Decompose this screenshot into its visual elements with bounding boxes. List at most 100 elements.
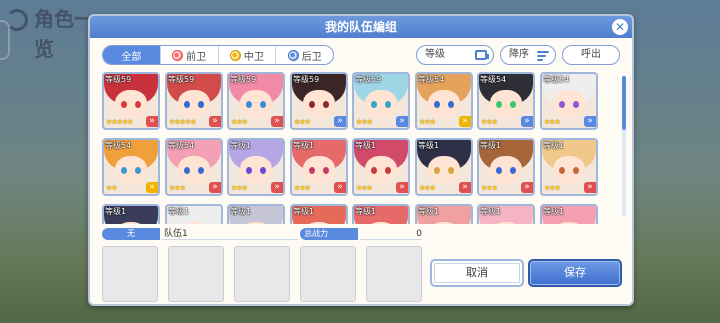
role-chevron-icon: » — [334, 182, 346, 193]
roster-scrollbar-thumb[interactable] — [622, 76, 626, 130]
character-portrait-face — [553, 90, 585, 118]
character-card[interactable]: 等级1 ★★★ » — [477, 138, 535, 196]
character-portrait-face — [490, 90, 522, 118]
character-level: 等级1 — [293, 141, 315, 150]
divider — [360, 239, 422, 240]
character-card[interactable]: 等级1» — [227, 204, 285, 224]
character-portrait-face — [553, 156, 585, 184]
character-card[interactable]: 等级1 ★★★ » — [290, 138, 348, 196]
character-card[interactable]: 等级54 ★★★ » — [415, 72, 473, 130]
party-badge: 无 — [102, 228, 160, 240]
character-card[interactable]: 等级59 ★★★ » — [227, 72, 285, 130]
character-card[interactable]: 等级1 ★★★ » — [415, 138, 473, 196]
character-portrait-face — [303, 156, 335, 184]
character-portrait-face — [178, 90, 210, 118]
character-eye — [260, 167, 266, 174]
character-eye — [309, 101, 315, 108]
cancel-button[interactable]: 取消 — [430, 259, 524, 287]
character-portrait-face — [115, 156, 147, 184]
save-button[interactable]: 保存 — [528, 259, 622, 287]
character-card[interactable]: 等级1» — [102, 204, 160, 224]
character-level: 等级59 — [355, 75, 382, 84]
character-level: 等级54 — [105, 141, 132, 150]
star-rating: ★★★ — [294, 184, 311, 192]
role-chevron-icon: » — [584, 182, 596, 193]
role-chevron-icon: » — [459, 116, 471, 127]
total-power-label: 总战力 — [300, 228, 358, 240]
callout-button[interactable]: 呼出 — [562, 45, 620, 65]
character-card[interactable]: 等级1 ★★★ » — [540, 138, 598, 196]
character-portrait-face — [428, 156, 460, 184]
character-eye — [434, 101, 440, 108]
character-portrait-face — [490, 156, 522, 184]
character-eye — [573, 101, 579, 108]
star-rating: ★★ — [106, 184, 118, 192]
character-eye — [184, 167, 190, 174]
party-slot-4[interactable] — [300, 246, 356, 302]
character-card[interactable]: 等级54 ★★★ » — [540, 72, 598, 130]
star-rating: ★★★ — [356, 118, 373, 126]
role-chevron-icon: » — [396, 182, 408, 193]
character-card[interactable]: 等级1» — [415, 204, 473, 224]
frontline-icon — [172, 49, 184, 61]
character-eye — [385, 167, 391, 174]
character-level: 等级1 — [418, 207, 440, 216]
sort-by-level-button[interactable]: 等级 — [416, 45, 494, 65]
party-slot-2[interactable] — [168, 246, 224, 302]
divider — [162, 239, 298, 240]
character-eye — [559, 101, 565, 108]
character-eye — [121, 101, 127, 108]
star-rating: ★★★ — [481, 118, 498, 126]
character-eye — [323, 101, 329, 108]
sort-level-label: 等级 — [425, 49, 445, 60]
character-level: 等级1 — [293, 207, 315, 216]
tab-all[interactable]: 全部 — [103, 46, 161, 64]
tab-backline[interactable]: 后卫 — [276, 46, 333, 64]
role-chevron-icon: » — [146, 116, 158, 127]
character-card[interactable]: 等级1 ★★★ » — [227, 138, 285, 196]
party-info-bar: 无 队伍1 总战力 0 — [102, 228, 426, 240]
star-rating: ★★★ — [169, 184, 186, 192]
character-card[interactable]: 等级59 ★★★ » — [290, 72, 348, 130]
character-level: 等级1 — [543, 141, 565, 150]
party-slot-5[interactable] — [366, 246, 422, 302]
star-rating: ★★★ — [356, 184, 373, 192]
character-card[interactable]: 等级1» — [477, 204, 535, 224]
tab-midline[interactable]: 中卫 — [219, 46, 277, 64]
character-eye — [510, 101, 516, 108]
star-rating: ★★★ — [544, 184, 561, 192]
role-chevron-icon: » — [146, 182, 158, 193]
character-eye — [121, 167, 127, 174]
close-icon[interactable]: ✕ — [612, 19, 628, 35]
character-card[interactable]: 等级1» — [540, 204, 598, 224]
character-card[interactable]: 等级54 ★★ » — [102, 138, 160, 196]
role-chevron-icon: » — [334, 116, 346, 127]
character-card[interactable]: 等级54 ★★★ » — [165, 138, 223, 196]
character-card[interactable]: 等级1» — [290, 204, 348, 224]
dialog-header: 我的队伍编组 ✕ — [90, 16, 632, 38]
character-card[interactable]: 等级1» — [352, 204, 410, 224]
character-eye — [323, 167, 329, 174]
star-rating: ★★★ — [231, 118, 248, 126]
character-level: 等级1 — [418, 141, 440, 150]
character-level: 等级1 — [355, 141, 377, 150]
sort-order-button[interactable]: 降序 — [500, 45, 556, 65]
role-chevron-icon: » — [271, 116, 283, 127]
character-card[interactable]: 等级54 ★★★ » — [477, 72, 535, 130]
party-slot-1[interactable] — [102, 246, 158, 302]
role-chevron-icon: » — [521, 116, 533, 127]
tab-all-label: 全部 — [121, 51, 142, 63]
character-card[interactable]: 等级59 ★★★★★ » — [102, 72, 160, 130]
character-card[interactable]: 等级59 ★★★ » — [352, 72, 410, 130]
roster-scrollbar[interactable] — [622, 76, 626, 216]
character-card[interactable]: 等级1 ★★★ » — [352, 138, 410, 196]
party-slot-3[interactable] — [234, 246, 290, 302]
star-rating: ★★★ — [419, 184, 436, 192]
character-eye — [573, 167, 579, 174]
midline-icon — [229, 49, 241, 61]
character-card[interactable]: 等级1» — [165, 204, 223, 224]
character-level: 等级1 — [355, 207, 377, 216]
character-card[interactable]: 等级59 ★★★★★ » — [165, 72, 223, 130]
character-level: 等级1 — [480, 141, 502, 150]
tab-frontline[interactable]: 前卫 — [161, 46, 219, 64]
